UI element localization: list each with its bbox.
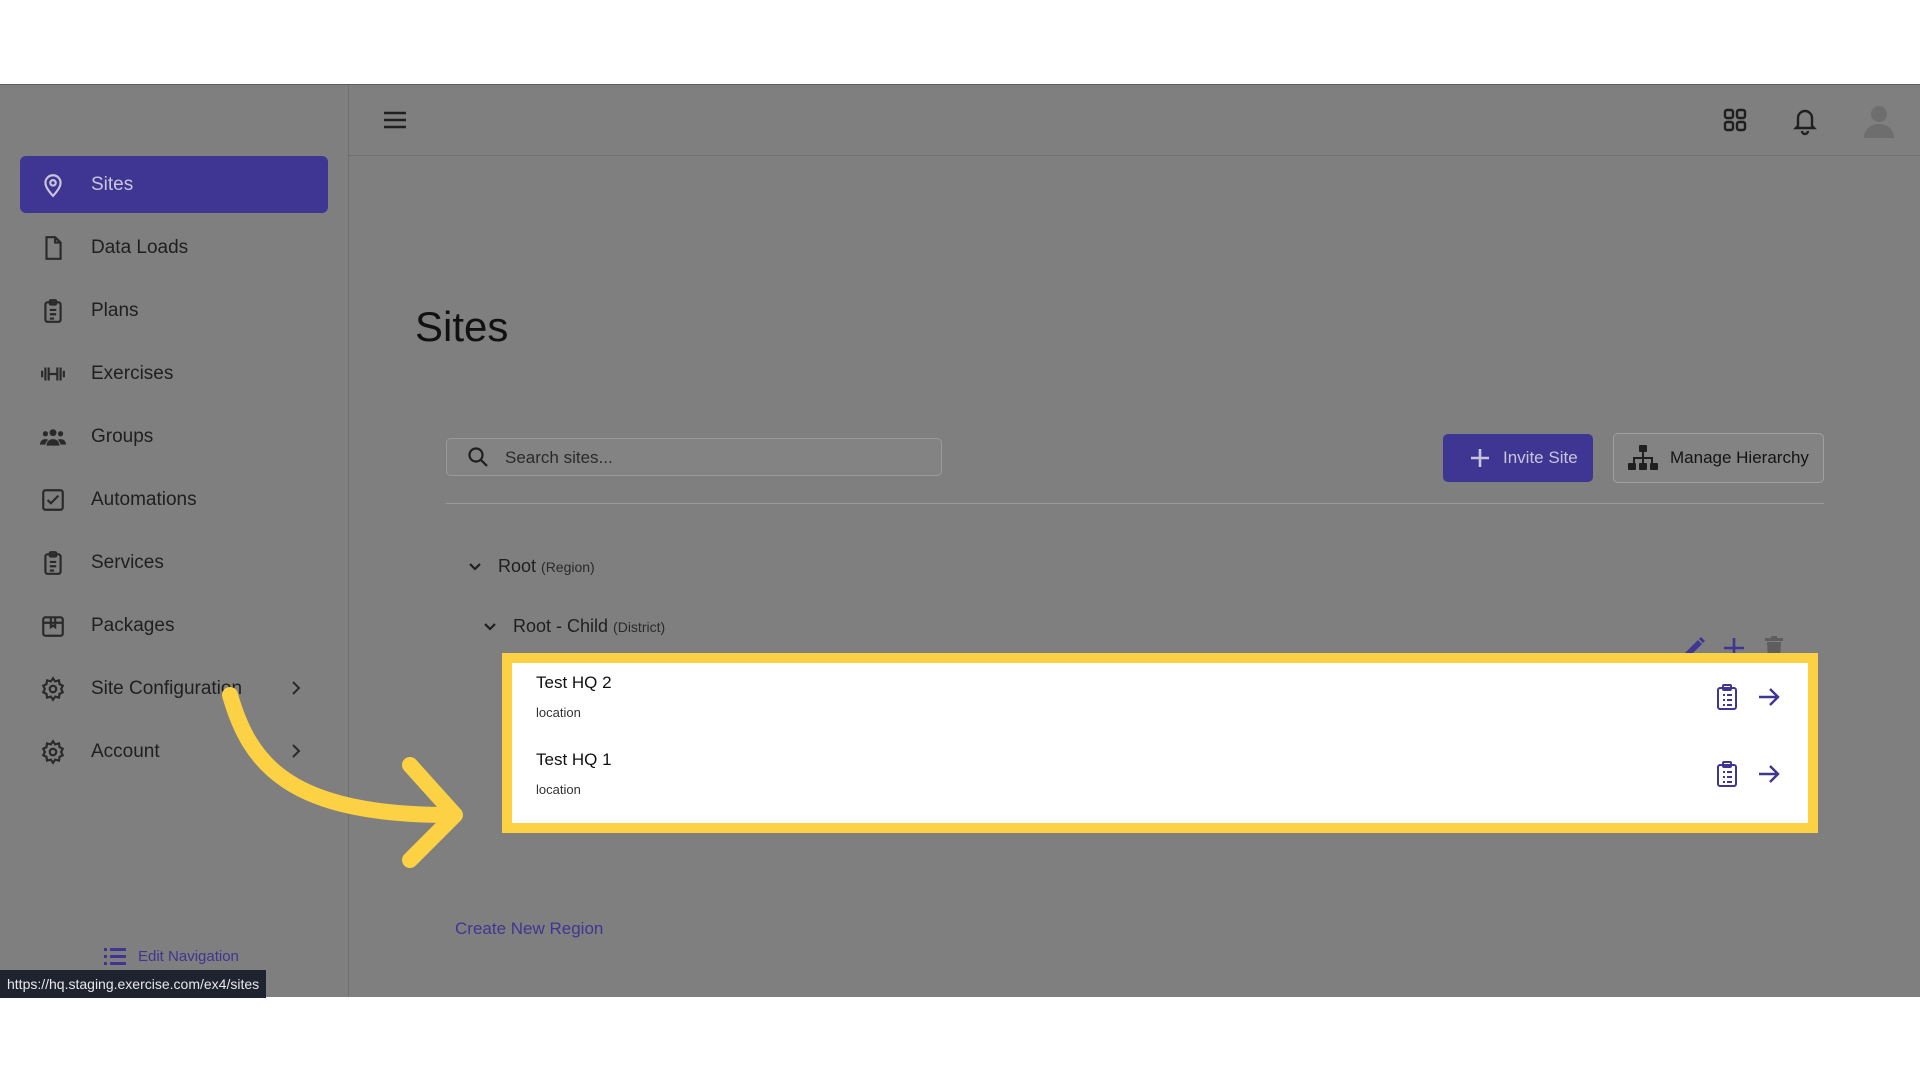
create-new-region-link[interactable]: Create New Region — [455, 919, 603, 939]
chevron-down-icon[interactable] — [481, 618, 499, 636]
arrow-right-icon[interactable] — [1756, 683, 1782, 711]
search-input[interactable] — [503, 439, 927, 477]
clipboard-icon — [40, 298, 66, 324]
edit-navigation-button[interactable]: Edit Navigation — [104, 945, 239, 967]
site-type: location — [536, 705, 581, 720]
sidebar-item-label: Groups — [91, 425, 154, 447]
sidebar-item-data-loads[interactable]: Data Loads — [20, 219, 328, 276]
site-name: Test HQ 2 — [536, 673, 612, 692]
manage-hierarchy-button[interactable]: Manage Hierarchy — [1613, 433, 1824, 483]
chevron-down-icon[interactable] — [466, 558, 484, 576]
sidebar-item-label: Packages — [91, 614, 175, 636]
hierarchy-icon — [1628, 445, 1658, 471]
dumbbell-icon — [40, 361, 66, 387]
avatar[interactable] — [1859, 100, 1899, 140]
checkbox-icon — [40, 487, 66, 513]
arrow-right-icon[interactable] — [1756, 760, 1782, 788]
sidebar-item-groups[interactable]: Groups — [20, 408, 328, 465]
sidebar-item-packages[interactable]: Packages — [20, 597, 328, 654]
sidebar-item-label: Exercises — [91, 362, 174, 384]
highlighted-sites-box: Test HQ 2 location Test HQ 1 location — [502, 653, 1818, 833]
site-row[interactable]: Test HQ 1 location — [522, 740, 1798, 810]
tree-node-type: (Region) — [541, 558, 595, 575]
tree-node-root[interactable]: Root (Region) — [466, 556, 595, 577]
search-box — [446, 438, 942, 477]
site-actions — [1714, 760, 1782, 788]
sidebar-item-plans[interactable]: Plans — [20, 282, 328, 339]
sidebar-item-label: Automations — [91, 488, 197, 510]
manage-hierarchy-label: Manage Hierarchy — [1670, 448, 1809, 467]
users-icon — [40, 424, 66, 450]
site-name: Test HQ 1 — [536, 750, 612, 769]
app-window: Sites Data Loads Plans Exercises Groups — [0, 84, 1920, 998]
sidebar-item-automations[interactable]: Automations — [20, 471, 328, 528]
clipboard-icon[interactable] — [1714, 683, 1740, 711]
sidebar-item-exercises[interactable]: Exercises — [20, 345, 328, 402]
sidebar-item-label: Sites — [91, 173, 134, 195]
list-icon — [104, 945, 126, 967]
status-bar-url: https://hq.staging.exercise.com/ex4/site… — [0, 970, 267, 998]
map-pin-icon — [40, 172, 66, 198]
divider — [446, 503, 1824, 504]
plus-icon — [1469, 447, 1491, 469]
page-title: Sites — [415, 303, 509, 350]
sidebar-item-services[interactable]: Services — [20, 534, 328, 591]
file-icon — [40, 235, 66, 261]
tree-node-type: (District) — [613, 618, 666, 635]
search-icon — [467, 446, 489, 468]
site-type: location — [536, 782, 581, 797]
gear-icon — [40, 676, 66, 702]
edit-navigation-label: Edit Navigation — [138, 947, 239, 965]
sidebar-item-label: Account — [91, 740, 160, 762]
sidebar-item-label: Data Loads — [91, 236, 189, 258]
hamburger-menu-icon[interactable] — [379, 104, 411, 136]
site-row[interactable]: Test HQ 2 location — [522, 663, 1798, 733]
sidebar-item-label: Plans — [91, 299, 139, 321]
tree-node-name: Root — [498, 556, 537, 576]
tree-node-name: Root - Child — [513, 616, 609, 636]
bell-icon[interactable] — [1789, 104, 1821, 136]
sidebar-item-sites[interactable]: Sites — [20, 156, 328, 213]
invite-site-button[interactable]: Invite Site — [1443, 434, 1593, 482]
tree-node-child[interactable]: Root - Child (District) — [481, 616, 665, 637]
apps-grid-icon[interactable] — [1719, 104, 1751, 136]
clipboard-list-icon — [40, 550, 66, 576]
tutorial-arrow-icon — [222, 687, 463, 868]
sidebar-item-label: Services — [91, 551, 164, 573]
clipboard-icon[interactable] — [1714, 760, 1740, 788]
invite-site-label: Invite Site — [1503, 448, 1578, 467]
package-icon — [40, 613, 66, 639]
site-actions — [1714, 683, 1782, 711]
top-bar — [349, 85, 1920, 156]
gear-icon — [40, 739, 66, 765]
